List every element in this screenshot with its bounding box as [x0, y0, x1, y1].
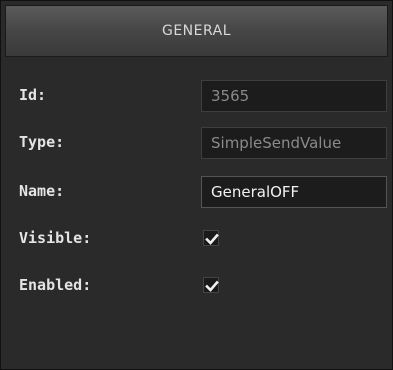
checkmark-icon — [205, 233, 219, 245]
type-field: SimpleSendValue — [201, 127, 387, 159]
property-row-type: Type: SimpleSendValue — [1, 127, 393, 159]
property-row-name: Name: GeneralOFF — [1, 176, 393, 208]
name-label: Name: — [19, 182, 65, 200]
type-label: Type: — [19, 133, 65, 151]
enabled-checkbox[interactable] — [203, 277, 219, 293]
property-row-visible: Visible: — [1, 223, 393, 255]
property-row-enabled: Enabled: — [1, 270, 393, 302]
checkmark-icon — [205, 280, 219, 292]
section-title: GENERAL — [161, 23, 232, 39]
id-label: Id: — [19, 86, 47, 104]
id-field: 3565 — [201, 80, 387, 112]
visible-label: Visible: — [19, 229, 92, 247]
name-input[interactable]: GeneralOFF — [201, 176, 387, 208]
property-row-id: Id: 3565 — [1, 80, 393, 112]
properties-panel: GENERAL Id: 3565 Type: SimpleSendValue N… — [0, 0, 393, 370]
section-header-general[interactable]: GENERAL — [5, 5, 388, 57]
enabled-label: Enabled: — [19, 276, 92, 294]
visible-checkbox[interactable] — [203, 230, 219, 246]
